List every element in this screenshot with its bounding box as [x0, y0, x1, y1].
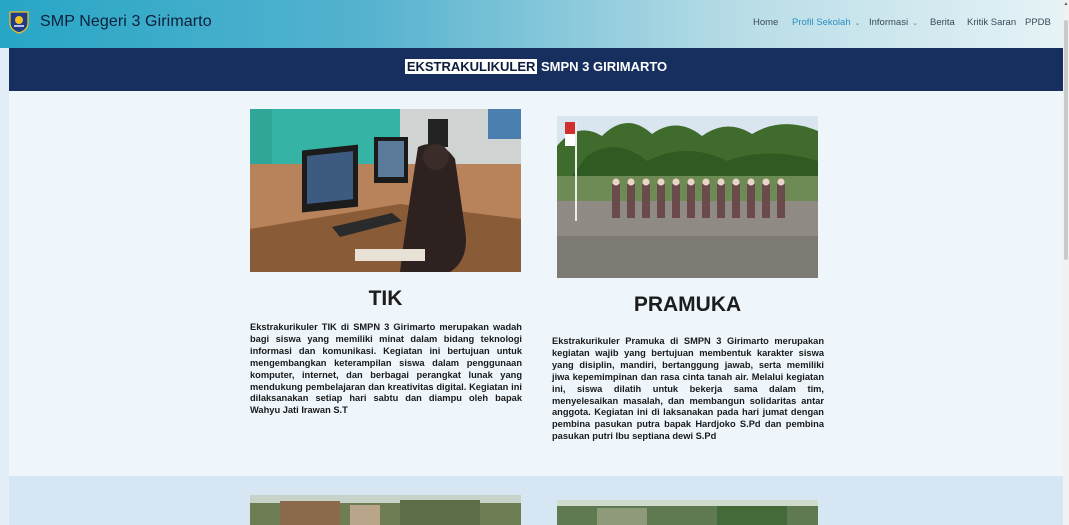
- extracurricular-section-next: [9, 476, 1063, 525]
- nav-profil-sekolah-label: Profil Sekolah: [792, 17, 851, 28]
- nav-ppdb-label: PPDB: [1025, 17, 1051, 28]
- scroll-up-arrow-icon[interactable]: ▲: [1063, 1, 1069, 7]
- card-description-tik: Ekstrakurikuler TIK di SMPN 3 Girimarto …: [250, 322, 522, 416]
- nav-ppdb[interactable]: PPDB: [1025, 17, 1051, 28]
- students-using-computers-photo: [250, 109, 521, 272]
- nav-home[interactable]: Home: [753, 17, 778, 28]
- page-banner: EKSTRAKULIKULER SMPN 3 GIRIMARTO: [9, 48, 1063, 91]
- card-description-pramuka: Ekstrakurikuler Pramuka di SMPN 3 Girima…: [552, 336, 824, 442]
- card-title-pramuka: PRAMUKA: [633, 293, 742, 316]
- nav-kritik-saran-label: Kritik Saran: [967, 17, 1017, 28]
- nav-informasi[interactable]: Informasi ⌄: [869, 17, 918, 28]
- extracurricular-section: [9, 91, 1063, 476]
- scrollbar-thumb[interactable]: [1064, 20, 1068, 260]
- chevron-down-icon: ⌄: [854, 20, 861, 27]
- school-yard-photo: [250, 495, 521, 525]
- nav-informasi-label: Informasi: [869, 17, 909, 28]
- scout-members-lined-up-photo: [557, 116, 818, 278]
- card-title-tik: TIK: [368, 287, 403, 310]
- page-title-highlight: EKSTRAKULIKULER: [404, 59, 538, 74]
- chevron-down-icon: ⌄: [912, 20, 918, 27]
- nav-home-label: Home: [753, 17, 779, 28]
- school-crest-icon[interactable]: [9, 11, 29, 34]
- nav-berita[interactable]: Berita: [930, 17, 955, 28]
- nav-profil-sekolah[interactable]: Profil Sekolah ⌄: [792, 17, 861, 28]
- nav-kritik-saran[interactable]: Kritik Saran: [967, 17, 1016, 28]
- outdoor-activity-photo: [557, 500, 818, 525]
- page-title-rest: SMPN 3 GIRIMARTO: [537, 59, 668, 74]
- top-navbar: SMP Negeri 3 Girimarto Home Profil Sekol…: [0, 0, 1063, 48]
- page-title: EKSTRAKULIKULER SMPN 3 GIRIMARTO: [9, 59, 1063, 74]
- brand-name[interactable]: SMP Negeri 3 Girimarto: [40, 13, 212, 31]
- nav-berita-label: Berita: [930, 17, 955, 28]
